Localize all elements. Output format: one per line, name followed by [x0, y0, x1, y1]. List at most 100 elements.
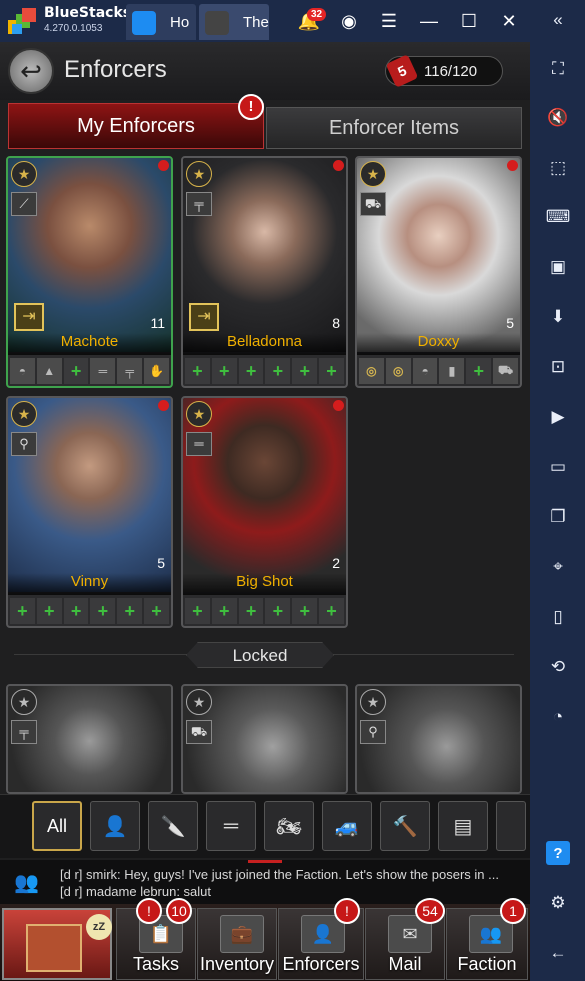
collapse-sidebar-icon[interactable]: « — [546, 8, 570, 32]
add-slot-icon[interactable]: + — [292, 598, 318, 624]
add-slot-icon[interactable]: + — [292, 358, 318, 384]
pointer-icon[interactable]: ⬚ — [546, 156, 570, 180]
add-slot-icon[interactable]: + — [144, 598, 169, 624]
tab-my-enforcers[interactable]: My Enforcers — [8, 103, 264, 149]
equipment-slots: ◓ ▲ + ═ ╤ ✋ — [8, 358, 171, 386]
volume-mute-icon[interactable]: 🔇 — [546, 106, 570, 130]
locked-enforcer-card[interactable]: ★ ╤ — [6, 684, 173, 794]
multi-instance-icon[interactable]: ❐ — [546, 505, 570, 529]
rifle-icon[interactable]: ═ — [90, 358, 116, 384]
add-slot-icon[interactable]: + — [265, 598, 291, 624]
fullscreen-icon[interactable]: ⛶ — [546, 57, 570, 81]
back-button[interactable]: ↩ — [8, 48, 54, 94]
hat-icon[interactable]: ◓ — [10, 358, 35, 384]
chat-ticker[interactable]: 👥 [d r] smirk: Hey, guys! I've just join… — [0, 860, 530, 904]
add-slot-icon[interactable]: + — [185, 358, 210, 384]
enforcer-card-big-shot[interactable]: ★ ═ 2 Big Shot + + + + + + — [181, 396, 348, 628]
add-slot-icon[interactable]: + — [63, 598, 89, 624]
add-slot-icon[interactable]: + — [319, 598, 344, 624]
add-slot-icon[interactable]: + — [211, 358, 237, 384]
motorcycle-icon: ⚲ — [11, 432, 37, 456]
game-screen: ↩ Enforcers 5 116/120 My Enforcers Enfor… — [0, 42, 530, 981]
enforcer-level: 5 — [506, 315, 514, 331]
maximize-icon[interactable]: ☐ — [458, 10, 480, 32]
location-icon[interactable]: ⌖ — [546, 555, 570, 579]
enforcer-card-belladonna[interactable]: ★ ╤ ⇥ 8 Belladonna + + + + + + — [181, 156, 348, 388]
motorcycle-icon: ⚲ — [360, 720, 386, 744]
chat-message: [d r] madame lebrun: salut — [60, 884, 212, 899]
record-video-icon[interactable]: ▶ — [546, 405, 570, 429]
add-slot-icon[interactable]: + — [10, 598, 35, 624]
tab-game[interactable]: The — [199, 4, 269, 40]
exit-icon[interactable]: ⇥ — [14, 303, 44, 331]
shake-icon[interactable]: ▯ — [546, 605, 570, 629]
locked-enforcer-card[interactable]: ★ ⛟ — [181, 684, 348, 794]
menu-icon[interactable]: ☰ — [378, 10, 400, 32]
macro-icon[interactable]: ◔ — [546, 705, 570, 729]
filter-character-button[interactable]: 👤 — [90, 801, 140, 851]
jacket-icon[interactable]: ▲ — [36, 358, 62, 384]
nav-inventory[interactable]: 💼 Inventory — [197, 908, 277, 980]
filter-all-button[interactable]: All — [32, 801, 82, 851]
smg-icon: ╤ — [186, 192, 212, 216]
ammo-icon[interactable]: ▮ — [439, 358, 465, 384]
exit-icon[interactable]: ⇥ — [189, 303, 219, 331]
add-slot-icon[interactable]: + — [211, 598, 237, 624]
enforcer-name: Machote — [8, 333, 171, 355]
add-slot-icon[interactable]: + — [265, 358, 291, 384]
minimize-icon[interactable]: — — [418, 10, 440, 32]
locked-section-label: Locked — [186, 642, 334, 668]
media-manager-icon[interactable]: ▣ — [546, 255, 570, 279]
tab-home[interactable]: Ho — [126, 4, 196, 40]
filter-vehicle-button[interactable]: 🚙 — [322, 801, 372, 851]
glove-icon[interactable]: ✋ — [144, 358, 169, 384]
ring-icon[interactable]: ◎ — [385, 358, 411, 384]
enforcer-card-doxxy[interactable]: ★ ⛟ 5 Doxxy ◎ ◎ ◓ ▮ + ⛟ — [355, 156, 522, 388]
equipment-slots: + + + + + + — [183, 598, 346, 626]
headquarters-button[interactable]: zZ — [2, 908, 112, 980]
help-icon[interactable]: ? — [546, 841, 570, 865]
equipment-slots: ◎ ◎ ◓ ▮ + ⛟ — [357, 358, 520, 386]
alert-icon: ! — [238, 94, 264, 120]
keyboard-icon[interactable]: ⌨ — [546, 205, 571, 229]
enforcer-level: 5 — [157, 555, 165, 571]
account-icon[interactable]: ◉ — [338, 10, 360, 32]
hooded-figure-icon: 👤 — [102, 815, 128, 838]
tab-enforcer-items[interactable]: Enforcer Items — [266, 107, 522, 149]
filter-card-button[interactable]: ▤ — [438, 801, 488, 851]
locked-enforcer-card[interactable]: ★ ⚲ — [355, 684, 522, 794]
settings-icon[interactable]: ⚙ — [546, 891, 570, 915]
screenshot-icon[interactable]: ⊡ — [546, 355, 570, 379]
close-icon[interactable]: ✕ — [498, 10, 520, 32]
add-slot-icon[interactable]: + — [185, 598, 210, 624]
add-slot-icon[interactable]: + — [319, 358, 344, 384]
filter-motorcycle-button[interactable]: 🏍 — [264, 801, 314, 851]
ring-icon[interactable]: ◎ — [359, 358, 384, 384]
add-slot-icon[interactable]: + — [466, 358, 492, 384]
rotate-icon[interactable]: ⟲ — [546, 655, 570, 679]
star-icon: ★ — [11, 161, 37, 187]
install-apk-icon[interactable]: ⬇ — [546, 305, 570, 329]
add-slot-icon[interactable]: + — [238, 358, 264, 384]
mansion-icon — [26, 924, 82, 972]
hat-icon[interactable]: ◓ — [412, 358, 438, 384]
vehicle-icon[interactable]: ⛟ — [493, 358, 518, 384]
gun-icon[interactable]: ╤ — [117, 358, 143, 384]
filter-knife-button[interactable]: 🔪 — [148, 801, 198, 851]
add-slot-icon[interactable]: + — [117, 598, 143, 624]
notification-dot — [507, 160, 518, 171]
back-arrow-icon[interactable]: ← — [546, 941, 570, 965]
enforcer-card-vinny[interactable]: ★ ⚲ 5 Vinny + + + + + + — [6, 396, 173, 628]
add-slot-icon[interactable]: + — [90, 598, 116, 624]
filter-more-button[interactable] — [496, 801, 526, 851]
folder-icon[interactable]: ▭ — [546, 455, 570, 479]
filter-rifle-button[interactable]: ═ — [206, 801, 256, 851]
add-slot-icon[interactable]: + — [63, 358, 89, 384]
rifle-icon: ═ — [223, 814, 239, 837]
add-slot-icon[interactable]: + — [36, 598, 62, 624]
star-icon: ★ — [11, 689, 37, 715]
filter-hammer-button[interactable]: 🔨 — [380, 801, 430, 851]
enforcer-card-machote[interactable]: ★ ⟋ ⇥ 11 Machote ◓ ▲ + ═ ╤ ✋ — [6, 156, 173, 388]
star-icon: ★ — [186, 161, 212, 187]
add-slot-icon[interactable]: + — [238, 598, 264, 624]
